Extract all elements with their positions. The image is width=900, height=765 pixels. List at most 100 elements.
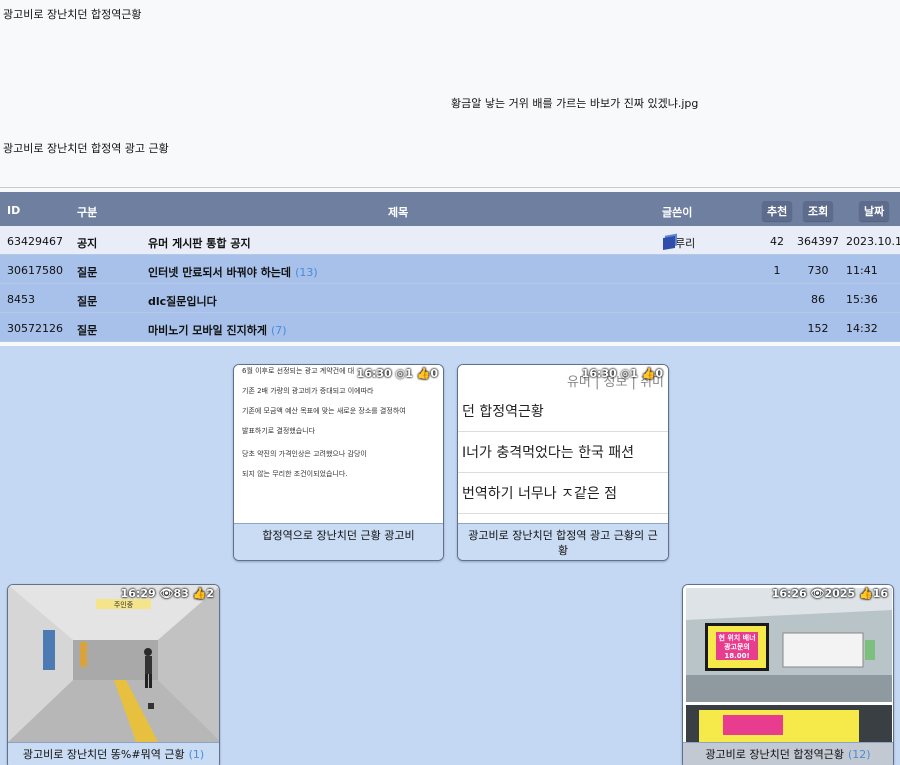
- row-title-text: 인터넷 만료되서 바꿔야 하는데: [148, 266, 292, 279]
- thumbnail-subway-corridor[interactable]: 주인중 16:29 👁83 👍2: [8, 585, 219, 742]
- comment-count: (1): [188, 748, 205, 761]
- row-date: 2023.10.19: [846, 235, 900, 248]
- thumbnail-list[interactable]: 유머 | 정보 | 취미 던 합정역근황 I너가 충격먹었다는 한국 패션 번역…: [458, 365, 668, 523]
- doc-line: 기존 2배 가량의 광고비가 증대되고 이에따라: [242, 387, 374, 395]
- card-stats: 16:29 👁83 👍2: [121, 587, 214, 600]
- card-caption[interactable]: 광고비로 장난치던 똥%#뭐역 근황 (1): [8, 742, 219, 765]
- row-title-link[interactable]: 마비노기 모바일 진지하게 (7): [148, 322, 287, 338]
- comment-count: (12): [847, 748, 871, 761]
- card-likes: 0: [430, 367, 438, 380]
- thumbs-up-icon: 👍: [641, 367, 656, 380]
- card-stats: 16:30 ◎1 👍0: [357, 367, 438, 380]
- row-title-text: 마비노기 모바일 진지하게: [148, 324, 267, 337]
- gallery: 6월 이후로 선정되는 광고 계약건에 대 기존 2배 가량의 광고비가 증대되…: [0, 346, 900, 765]
- doc-line: 되지 않는 무리한 조건이되었습니다.: [242, 470, 348, 478]
- ad-banner-text: 현 위치 배너 광고문의 18.00!: [718, 634, 756, 660]
- gallery-card[interactable]: 주인중 16:29 👁83 👍2 광고비로 장난치던 똥%#뭐역 근황 (1): [7, 584, 220, 765]
- thumbnail-document[interactable]: 6월 이후로 선정되는 광고 계약건에 대 기존 2배 가량의 광고비가 증대되…: [234, 365, 443, 523]
- card-caption[interactable]: 광고비로 장난치던 합정역근황 (12): [683, 742, 893, 765]
- row-title-link[interactable]: dlc질문입니다: [148, 293, 217, 309]
- card-time: 16:26: [771, 587, 807, 600]
- card-likes: 2: [206, 587, 214, 600]
- card-views: 83: [173, 587, 189, 600]
- row-date: 14:32: [846, 322, 878, 335]
- eye-icon: ◎: [395, 367, 406, 380]
- row-type: 질문: [77, 295, 98, 308]
- table-header: ID 구분 제목 글쓴이 추천 조회 날짜: [0, 192, 900, 226]
- table-row[interactable]: 30617580 질문 인터넷 만료되서 바꿔야 하는데 (13) 1 730 1…: [0, 255, 900, 284]
- card-views: 1: [405, 367, 413, 380]
- row-author[interactable]: 루리: [663, 235, 695, 251]
- table-row[interactable]: 63429467 공지 유머 게시판 통합 공지 루리 42 364397 20…: [0, 226, 900, 255]
- card-caption[interactable]: 합정역으로 장난치던 근황 광고비: [234, 523, 443, 560]
- thumbs-up-icon: 👍: [416, 367, 431, 380]
- comment-count: (7): [270, 324, 287, 337]
- post-title-line: 광고비로 장난치던 합정역근황: [3, 8, 142, 21]
- subway-ad-image: [686, 588, 892, 742]
- row-rec: 1: [773, 264, 781, 277]
- thumbnail-subway-ads[interactable]: 현 위치 배너 광고문의 18.00! 16:26 👁2025 👍16: [683, 585, 893, 742]
- board-table: ID 구분 제목 글쓴이 추천 조회 날짜 63429467 공지 유머 게시판…: [0, 192, 900, 342]
- doc-line: 발표하기로 결정했습니다: [242, 427, 316, 435]
- sort-date-button[interactable]: 날짜: [859, 201, 890, 221]
- col-title: 제목: [388, 206, 409, 219]
- sort-views-button[interactable]: 조회: [803, 201, 834, 221]
- row-id: 8453: [7, 293, 35, 306]
- caption-text: 광고비로 장난치던 똥%#뭐역 근황: [22, 748, 185, 761]
- list-line: 던 합정역근황: [458, 391, 668, 432]
- sort-rec-button[interactable]: 추천: [762, 201, 793, 221]
- card-stats: 16:30 ◎1 👍0: [582, 367, 663, 380]
- row-type: 질문: [77, 324, 98, 337]
- card-likes: 0: [655, 367, 663, 380]
- eye-icon: 👁: [810, 587, 825, 600]
- card-stats: 16:26 👁2025 👍16: [772, 587, 888, 600]
- table-row[interactable]: 8453 질문 dlc질문입니다 86 15:36: [0, 284, 900, 313]
- col-author: 글쓴이: [662, 206, 693, 219]
- col-id: ID: [7, 204, 21, 217]
- card-time: 16:29: [120, 587, 156, 600]
- gallery-card[interactable]: 6월 이후로 선정되는 광고 계약건에 대 기존 2배 가량의 광고비가 증대되…: [233, 364, 444, 561]
- gallery-card[interactable]: 유머 | 정보 | 취미 던 합정역근황 I너가 충격먹었다는 한국 패션 번역…: [457, 364, 669, 561]
- row-views: 86: [811, 293, 825, 306]
- list-screenshot: 던 합정역근황 I너가 충격먹었다는 한국 패션 번역하기 너무나 ㅈ같은 점: [458, 391, 668, 514]
- thumbs-up-icon: 👍: [192, 587, 207, 600]
- card-time: 16:30: [581, 367, 617, 380]
- image-filename: 황금알 낳는 거위 배를 가르는 바보가 진짜 있겠냐.jpg: [451, 97, 699, 110]
- list-line: I너가 충격먹었다는 한국 패션: [458, 432, 668, 473]
- card-caption[interactable]: 광고비로 장난치던 합정역 광고 근황의 근황: [458, 523, 668, 560]
- row-title-link[interactable]: 인터넷 만료되서 바꿔야 하는데 (13): [148, 264, 318, 280]
- eye-icon: ◎: [620, 367, 631, 380]
- divider: [0, 187, 900, 188]
- row-date: 15:36: [846, 293, 878, 306]
- list-line: 번역하기 너무나 ㅈ같은 점: [458, 473, 668, 514]
- document-text: 6월 이후로 선정되는 광고 계약건에 대 기존 2배 가량의 광고비가 증대되…: [234, 365, 443, 492]
- author-name: 루리: [675, 237, 696, 250]
- comment-count: (13): [295, 266, 318, 279]
- row-date: 11:41: [846, 264, 878, 277]
- col-type: 구분: [77, 206, 98, 219]
- thumbs-up-icon: 👍: [858, 587, 873, 600]
- card-views: 2025: [824, 587, 856, 600]
- row-views: 730: [807, 264, 829, 277]
- cube-icon: [663, 235, 675, 251]
- row-views: 152: [807, 322, 829, 335]
- caption-text: 광고비로 장난치던 합정역근황: [705, 748, 844, 761]
- row-title-text: dlc질문입니다: [148, 295, 217, 308]
- caption-text: 광고비로 장난치던 합정역 광고 근황의 근황: [468, 529, 658, 557]
- table-row[interactable]: 30572126 질문 마비노기 모바일 진지하게 (7) 152 14:32: [0, 313, 900, 342]
- row-type: 공지: [77, 237, 98, 250]
- row-id: 63429467: [7, 235, 63, 248]
- row-id: 30617580: [7, 264, 63, 277]
- caption-text: 합정역으로 장난치던 근황 광고비: [262, 529, 415, 542]
- card-likes: 16: [872, 587, 888, 600]
- eye-icon: 👁: [159, 587, 174, 600]
- row-id: 30572126: [7, 322, 63, 335]
- post-subtitle-line: 광고비로 장난치던 합정역 광고 근황: [3, 142, 169, 155]
- doc-line: 당초 약진의 가격인상은 고려했으나 감당이: [242, 450, 367, 458]
- card-views: 1: [630, 367, 638, 380]
- row-title-link[interactable]: 유머 게시판 통합 공지: [148, 235, 251, 251]
- row-rec: 42: [770, 235, 784, 248]
- row-views: 364397: [797, 235, 839, 248]
- gallery-card[interactable]: 현 위치 배너 광고문의 18.00! 16:26 👁2025 👍16 광고비로…: [682, 584, 894, 765]
- post-header: 광고비로 장난치던 합정역근황 황금알 낳는 거위 배를 가르는 바보가 진짜 …: [0, 0, 900, 188]
